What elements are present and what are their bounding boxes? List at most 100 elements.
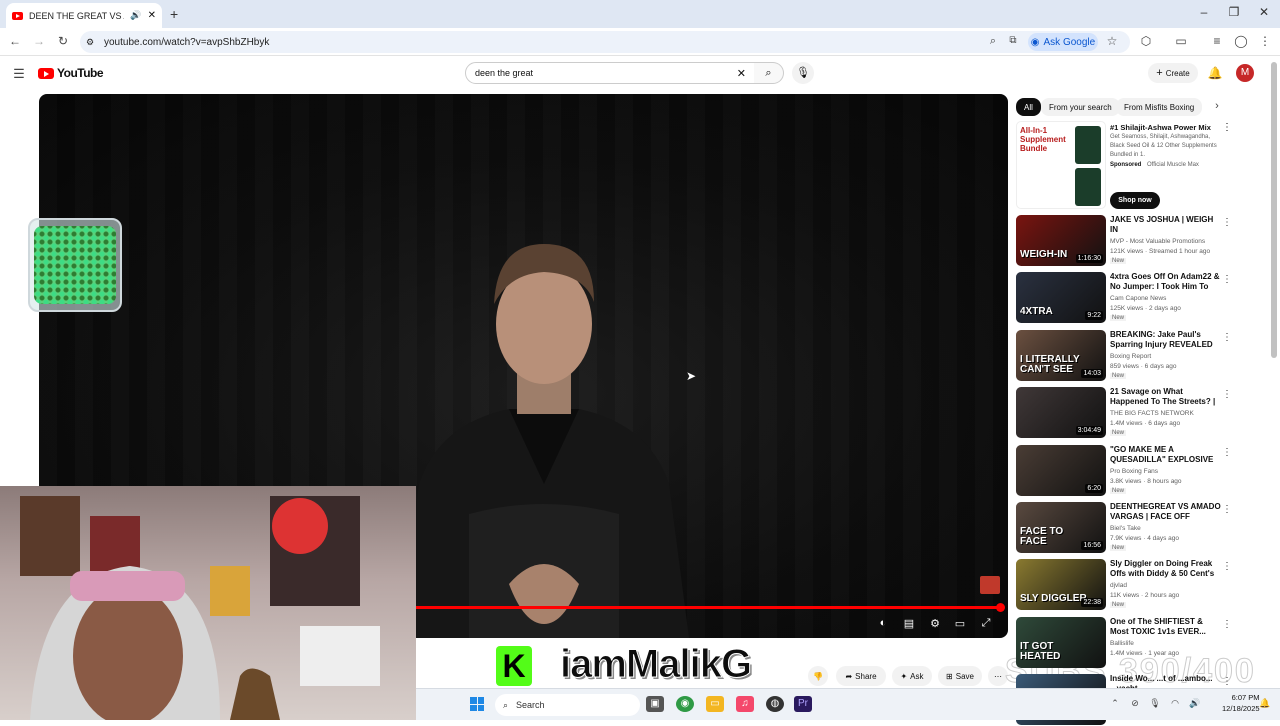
video-thumbnail[interactable]: 4XTRA 9:22 bbox=[1016, 272, 1106, 324]
clear-search-icon[interactable]: ✕ bbox=[737, 67, 746, 80]
mic-tray-icon[interactable]: 🎙 bbox=[1146, 698, 1164, 709]
video-title[interactable]: One of The SHIFTIEST & Most TOXIC 1v1s E… bbox=[1110, 617, 1222, 637]
voice-search-button[interactable]: 🎙 bbox=[792, 62, 814, 84]
volume-icon[interactable]: 🔊 bbox=[1186, 698, 1204, 709]
video-thumbnail[interactable]: 6:20 bbox=[1016, 444, 1106, 496]
channel-name[interactable]: Ballislife bbox=[1110, 639, 1179, 649]
notification-center-icon[interactable]: 🔔 bbox=[1256, 698, 1274, 709]
obs-icon[interactable]: ◍ bbox=[766, 696, 784, 712]
close-window-icon[interactable]: ✕ bbox=[1254, 5, 1274, 19]
page-scrollbar[interactable] bbox=[1271, 62, 1277, 358]
tray-chevron-icon[interactable]: ⌃ bbox=[1106, 698, 1124, 709]
new-tab-icon[interactable]: + bbox=[170, 6, 178, 22]
share-button[interactable]: ➦ Share bbox=[836, 666, 886, 686]
restore-icon[interactable]: ❐ bbox=[1224, 5, 1244, 19]
profile-icon[interactable]: ◯ bbox=[1232, 34, 1250, 48]
filter-chip-from-misfits[interactable]: From Misfits Boxing bbox=[1116, 98, 1203, 116]
channel-name[interactable]: Cam Capone News bbox=[1110, 294, 1181, 304]
chrome-icon[interactable]: ◉ bbox=[676, 696, 694, 712]
video-thumbnail[interactable]: WEIGH-IN 1:16:30 bbox=[1016, 215, 1106, 266]
search-input[interactable]: deen the great ✕ bbox=[465, 62, 755, 84]
channel-name[interactable]: MVP - Most Valuable Promotions bbox=[1110, 237, 1210, 247]
channel-name[interactable]: THE BIG FACTS NETWORK bbox=[1110, 409, 1194, 419]
video-menu-icon[interactable]: ⋮ bbox=[1222, 332, 1232, 343]
video-menu-icon[interactable]: ⋮ bbox=[1222, 504, 1232, 515]
ask-google-button[interactable]: ◉ Ask Google bbox=[1028, 33, 1098, 51]
dislike-button[interactable]: 👎 bbox=[808, 666, 828, 686]
progress-scrubber[interactable] bbox=[996, 603, 1005, 612]
video-progress-bar[interactable] bbox=[416, 606, 1002, 609]
itunes-icon[interactable]: ♫ bbox=[736, 696, 754, 712]
hamburger-menu-icon[interactable]: ☰ bbox=[10, 66, 28, 82]
recommendation-item[interactable]: 4XTRA 9:22 4xtra Goes Off On Adam22 & No J… bbox=[1016, 272, 1236, 324]
video-title[interactable]: DEENTHEGREAT VS AMADO VARGAS | FACE OFF bbox=[1110, 502, 1222, 522]
video-title[interactable]: 4xtra Goes Off On Adam22 & No Jumper: I … bbox=[1110, 272, 1222, 292]
search-button[interactable]: ⌕ bbox=[754, 62, 784, 84]
video-menu-icon[interactable]: ⋮ bbox=[1222, 274, 1232, 285]
video-title[interactable]: "GO MAKE ME A QUESADILLA" EXPLOSIVE BACK… bbox=[1110, 445, 1222, 465]
video-menu-icon[interactable]: ⋮ bbox=[1222, 217, 1232, 228]
channel-name[interactable]: djvlad bbox=[1110, 581, 1179, 591]
network-off-icon[interactable]: ⊘ bbox=[1126, 698, 1144, 709]
video-menu-icon[interactable]: ⋮ bbox=[1222, 561, 1232, 572]
tab-close-icon[interactable]: ✕ bbox=[148, 10, 156, 21]
youtube-logo[interactable]: YouTube bbox=[38, 66, 104, 80]
tab-audio-icon[interactable]: 🔊 bbox=[130, 10, 141, 21]
minimize-icon[interactable]: – bbox=[1194, 5, 1214, 19]
channel-name[interactable]: Pro Boxing Fans bbox=[1110, 467, 1182, 477]
account-avatar[interactable]: M bbox=[1236, 64, 1254, 82]
fullscreen-icon[interactable]: ⤢ bbox=[977, 617, 995, 630]
video-title[interactable]: BREAKING: Jake Paul's Sparring Injury RE… bbox=[1110, 330, 1222, 350]
recommendation-item[interactable]: I LITERALLY CAN'T SEE 14:03 BREAKING: Jake… bbox=[1016, 329, 1236, 382]
chevron-right-icon[interactable]: › bbox=[1208, 100, 1226, 112]
channel-name[interactable]: Biel's Take bbox=[1110, 524, 1179, 534]
zoom-icon[interactable]: ⌕ bbox=[984, 35, 1002, 48]
file-explorer-icon[interactable]: ▭ bbox=[706, 696, 724, 712]
extensions-icon[interactable]: ⬡ bbox=[1137, 34, 1155, 48]
filter-chip-all[interactable]: All bbox=[1016, 98, 1041, 116]
ask-button[interactable]: ✦ Ask bbox=[892, 666, 932, 686]
ad-thumbnail[interactable]: All-In-1 Supplement Bundle bbox=[1016, 121, 1106, 209]
site-info-icon[interactable]: ⚙ bbox=[86, 37, 94, 48]
ad-title[interactable]: #1 Shilajit-Ashwa Power Mix bbox=[1110, 123, 1222, 132]
cast-icon[interactable]: ▭ bbox=[1172, 34, 1190, 48]
back-icon[interactable]: ← bbox=[6, 34, 24, 48]
theater-mode-icon[interactable]: ▭ bbox=[951, 617, 969, 630]
autoplay-toggle-icon[interactable]: ◐ bbox=[874, 617, 892, 629]
browser-tab[interactable]: DEEN THE GREAT VS AMADO 🔊 ✕ bbox=[6, 3, 162, 28]
windows-start-icon[interactable] bbox=[470, 697, 484, 711]
video-title[interactable]: JAKE VS JOSHUA | WEIGH IN bbox=[1110, 215, 1222, 235]
wifi-icon[interactable]: ◠ bbox=[1166, 698, 1184, 709]
create-button[interactable]: + Create bbox=[1148, 63, 1198, 83]
channel-watermark-icon[interactable] bbox=[980, 576, 1000, 594]
recommendation-item[interactable]: IT GOT HEATED One of The SHIFTIEST & Most… bbox=[1016, 616, 1236, 669]
forward-icon[interactable]: → bbox=[30, 34, 48, 48]
filter-chip-from-search[interactable]: From your search bbox=[1041, 98, 1120, 116]
media-control-icon[interactable]: ≡ bbox=[1208, 34, 1226, 48]
video-title[interactable]: 21 Savage on What Happened To The Street… bbox=[1110, 387, 1222, 407]
video-menu-icon[interactable]: ⋮ bbox=[1222, 447, 1232, 458]
ad-menu-icon[interactable]: ⋮ bbox=[1222, 122, 1232, 133]
url-bar[interactable]: ⚙ youtube.com/watch?v=avpShbZHbyk bbox=[80, 31, 1130, 53]
recommendation-item[interactable]: 6:20 "GO MAKE ME A QUESADILLA" EXPLOSIVE … bbox=[1016, 444, 1236, 497]
channel-name[interactable]: Boxing Report bbox=[1110, 352, 1176, 362]
recommendation-item[interactable]: 3:04:49 21 Savage on What Happened To The… bbox=[1016, 387, 1236, 439]
video-thumbnail[interactable]: I LITERALLY CAN'T SEE 14:03 bbox=[1016, 329, 1106, 381]
video-thumbnail[interactable]: 3:04:49 bbox=[1016, 387, 1106, 439]
bookmark-star-icon[interactable]: ☆ bbox=[1103, 34, 1121, 48]
notifications-bell-icon[interactable]: 🔔 bbox=[1206, 66, 1224, 80]
video-menu-icon[interactable]: ⋮ bbox=[1222, 619, 1232, 630]
settings-gear-icon[interactable]: ⚙ bbox=[926, 617, 944, 630]
install-app-icon[interactable]: ⧉ bbox=[1004, 35, 1022, 46]
captions-icon[interactable]: ▤ bbox=[900, 617, 918, 630]
video-menu-icon[interactable]: ⋮ bbox=[1222, 676, 1232, 687]
video-thumbnail[interactable]: IT GOT HEATED bbox=[1016, 616, 1106, 668]
video-thumbnail[interactable]: SLY DIGGLER 22:38 bbox=[1016, 559, 1106, 611]
task-view-icon[interactable]: ▣ bbox=[646, 696, 664, 712]
premiere-icon[interactable]: Pr bbox=[794, 696, 812, 712]
taskbar-search[interactable]: ⌕ Search bbox=[495, 694, 640, 716]
browser-menu-icon[interactable]: ⋮ bbox=[1256, 34, 1274, 48]
recommendation-item[interactable]: FACE TO FACE 16:56 DEENTHEGREAT VS AMADO V… bbox=[1016, 502, 1236, 554]
video-title[interactable]: Sly Diggler on Doing Freak Offs with Did… bbox=[1110, 559, 1222, 579]
save-button[interactable]: ⊞ Save bbox=[938, 666, 982, 686]
